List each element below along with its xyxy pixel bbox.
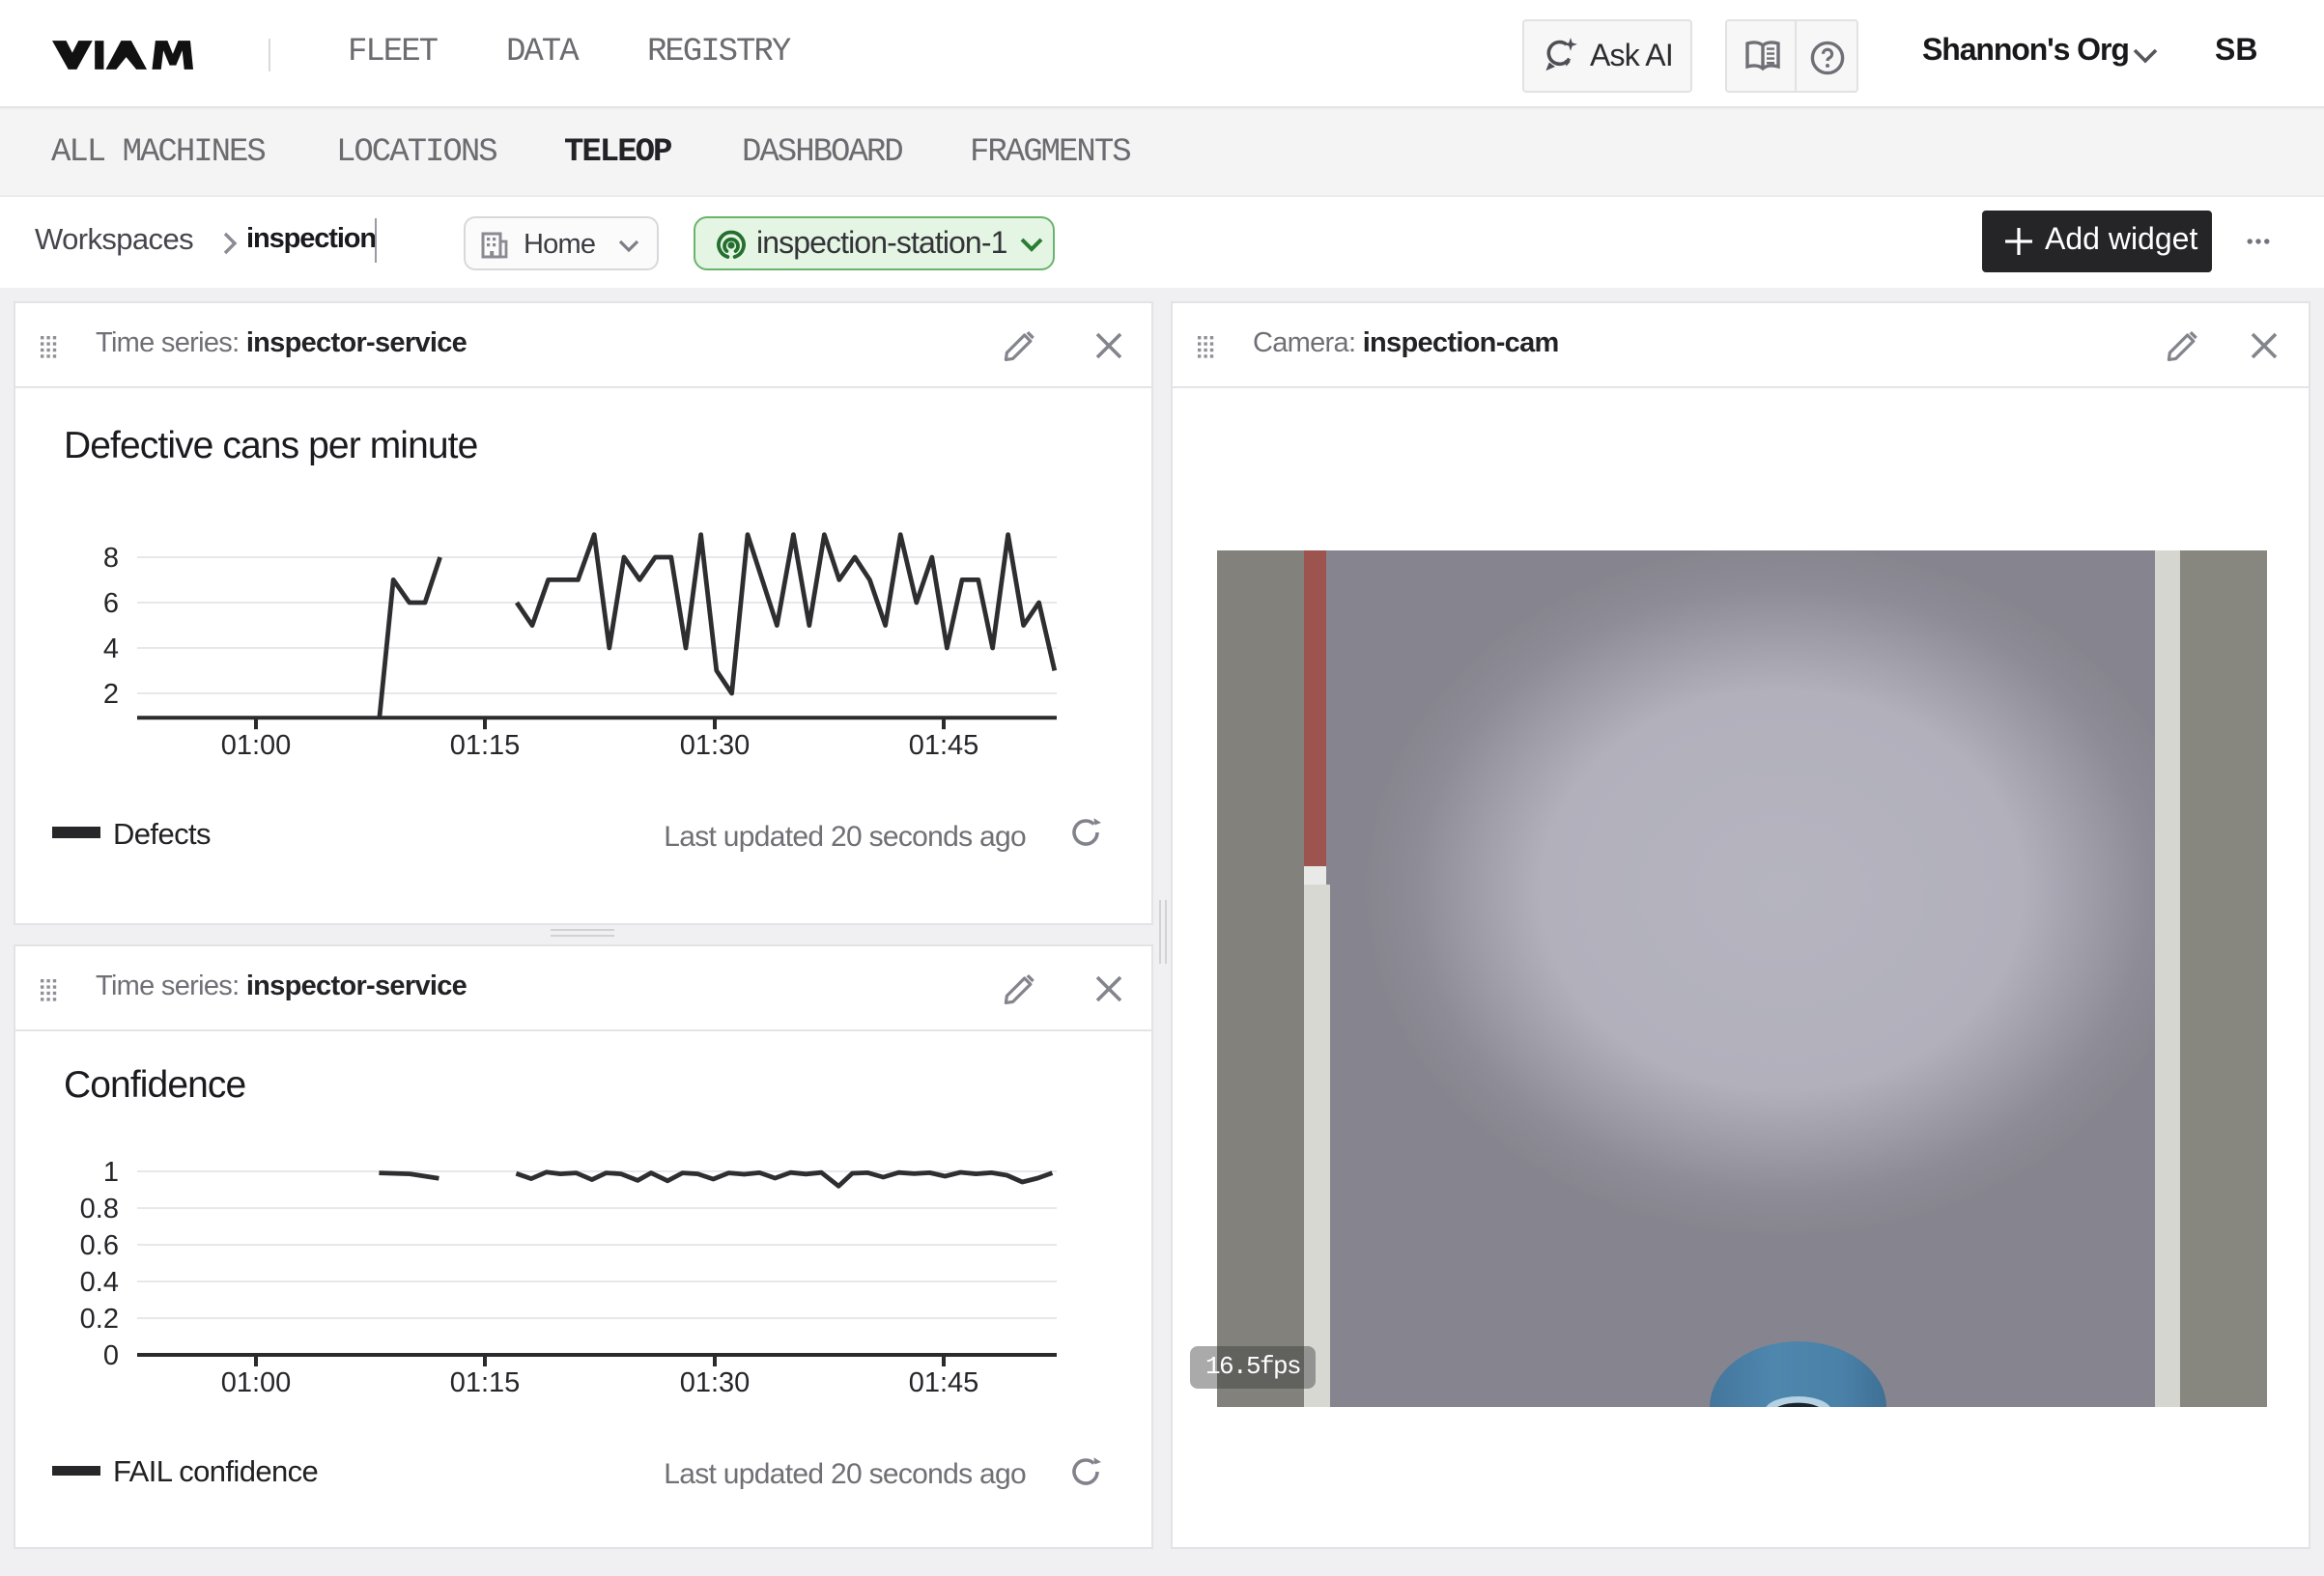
svg-text:8: 8 <box>102 543 118 574</box>
svg-text:01:45: 01:45 <box>908 730 978 761</box>
svg-text:0: 0 <box>102 1340 118 1371</box>
svg-text:0.2: 0.2 <box>79 1304 118 1335</box>
svg-text:2: 2 <box>102 679 118 710</box>
svg-text:4: 4 <box>102 633 118 664</box>
svg-text:01:45: 01:45 <box>908 1367 978 1398</box>
svg-text:01:30: 01:30 <box>679 730 750 761</box>
svg-text:0.8: 0.8 <box>79 1194 118 1224</box>
svg-text:0.4: 0.4 <box>79 1267 118 1298</box>
svg-text:01:00: 01:00 <box>220 1367 291 1398</box>
svg-text:01:15: 01:15 <box>449 1367 520 1398</box>
svg-text:01:30: 01:30 <box>679 1367 750 1398</box>
svg-text:01:15: 01:15 <box>449 730 520 761</box>
svg-text:0.6: 0.6 <box>79 1230 118 1261</box>
svg-text:1: 1 <box>102 1157 118 1188</box>
svg-text:01:00: 01:00 <box>220 730 291 761</box>
svg-text:6: 6 <box>102 588 118 619</box>
